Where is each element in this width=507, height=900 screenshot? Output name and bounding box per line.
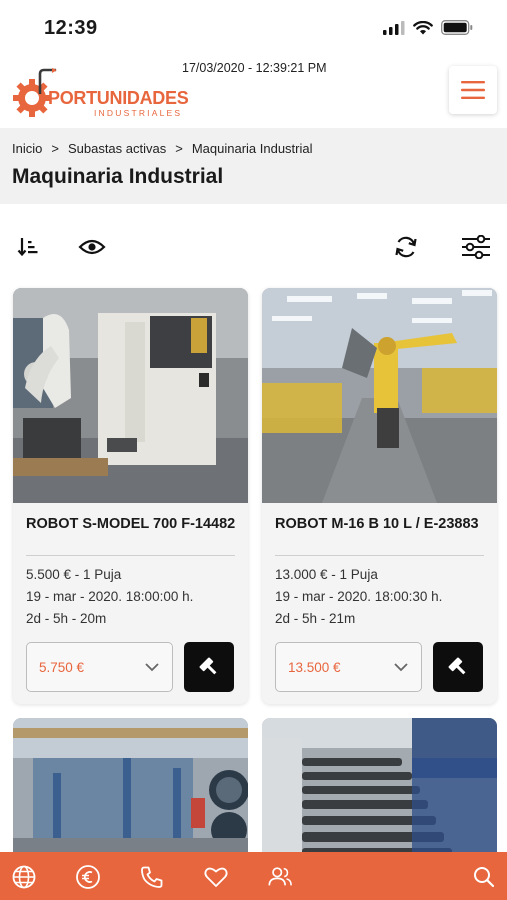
filter-sliders-icon	[462, 235, 490, 259]
refresh-button[interactable]	[391, 232, 421, 262]
end-date: 19 - mar - 2020. 18:00:00 h.	[26, 589, 194, 604]
breadcrumb-separator: >	[175, 141, 183, 156]
end-date: 19 - mar - 2020. 18:00:30 h.	[275, 589, 443, 604]
users-icon	[268, 867, 292, 886]
nav-favorites-button[interactable]	[203, 864, 229, 890]
logo-subtext: INDUSTRIALES	[94, 108, 183, 118]
breadcrumb-area: Inicio > Subastas activas > Maquinaria I…	[0, 128, 507, 204]
search-icon	[474, 867, 495, 888]
current-price: 13.000 € - 1 Puja	[275, 567, 378, 582]
globe-icon	[12, 865, 36, 889]
divider	[26, 555, 235, 556]
bottom-navigation	[0, 852, 507, 900]
bid-amount-select[interactable]: 13.500 €	[275, 642, 422, 692]
sort-button[interactable]	[13, 232, 43, 262]
product-image[interactable]	[262, 288, 497, 503]
current-datetime: 17/03/2020 - 12:39:21 PM	[182, 61, 327, 75]
breadcrumb-separator: >	[51, 141, 59, 156]
refresh-icon	[395, 236, 417, 258]
app-header: 17/03/2020 - 12:39:21 PM PORTUNIDADES IN…	[0, 52, 507, 128]
breadcrumb-link-subastas[interactable]: Subastas activas	[68, 141, 166, 156]
nav-account-button[interactable]	[267, 864, 293, 890]
gavel-icon	[199, 657, 217, 675]
auction-card[interactable]: ROBOT S-MODEL 700 F-14482 5.500 € - 1 Pu…	[13, 288, 248, 704]
auction-card-image[interactable]	[13, 718, 248, 868]
toolbar	[0, 204, 507, 284]
nav-contact-button[interactable]	[139, 864, 165, 890]
status-time: 12:39	[44, 17, 98, 39]
current-price: 5.500 € - 1 Puja	[26, 567, 122, 582]
sort-icon	[17, 238, 38, 257]
logo-text: PORTUNIDADES	[48, 88, 189, 108]
status-bar: 12:39	[0, 0, 507, 52]
product-title[interactable]: ROBOT S-MODEL 700 F-14482	[26, 516, 235, 532]
place-bid-button[interactable]	[433, 642, 483, 692]
place-bid-button[interactable]	[184, 642, 234, 692]
logo[interactable]: PORTUNIDADES INDUSTRIALES	[12, 68, 189, 120]
phone-icon	[141, 866, 163, 888]
page-title: Maquinaria Industrial	[12, 165, 224, 188]
bid-amount-value: 13.500 €	[288, 660, 341, 675]
bid-amount-select[interactable]: 5.750 €	[26, 642, 173, 692]
bid-amount-value: 5.750 €	[39, 660, 85, 675]
breadcrumb-current: Maquinaria Industrial	[191, 141, 313, 156]
nav-language-button[interactable]	[11, 864, 37, 890]
chevron-down-icon	[394, 663, 408, 672]
hamburger-menu-icon	[461, 81, 485, 99]
gavel-icon	[448, 657, 466, 675]
filter-button[interactable]	[461, 232, 491, 262]
view-toggle-button[interactable]	[77, 232, 107, 262]
time-remaining: 2d - 5h - 21m	[275, 611, 356, 626]
signal-icon	[383, 20, 405, 35]
nav-search-button[interactable]	[471, 864, 497, 890]
product-title[interactable]: ROBOT M-16 B 10 L / E-23883	[275, 516, 479, 532]
battery-icon	[441, 20, 473, 35]
wifi-icon	[413, 20, 433, 34]
eye-icon	[78, 239, 106, 255]
heart-icon	[204, 867, 228, 887]
breadcrumb: Inicio > Subastas activas > Maquinaria I…	[12, 141, 313, 156]
nav-currency-button[interactable]	[75, 864, 101, 890]
auction-card[interactable]: ROBOT M-16 B 10 L / E-23883 13.000 € - 1…	[262, 288, 497, 704]
menu-button[interactable]	[449, 66, 497, 114]
breadcrumb-link-inicio[interactable]: Inicio	[12, 141, 42, 156]
time-remaining: 2d - 5h - 20m	[26, 611, 107, 626]
product-image[interactable]	[13, 288, 248, 503]
status-icons	[383, 20, 473, 35]
divider	[275, 555, 484, 556]
euro-icon	[76, 865, 100, 889]
auction-card-image[interactable]	[262, 718, 497, 868]
chevron-down-icon	[145, 663, 159, 672]
